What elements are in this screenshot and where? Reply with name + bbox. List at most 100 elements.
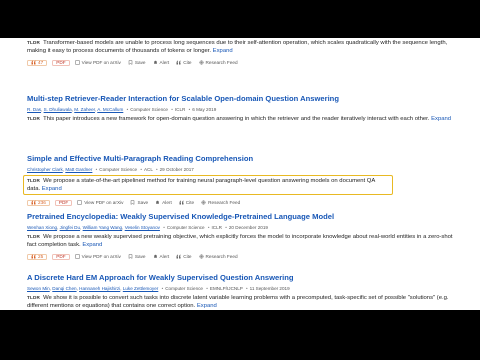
venue-label: ICLR bbox=[174, 107, 186, 112]
view-pdf-arxiv-button[interactable]: View PDF on arXiv bbox=[75, 60, 121, 65]
cite-button[interactable]: Cite bbox=[176, 60, 192, 65]
alert-button[interactable]: Alert bbox=[153, 60, 169, 65]
date-label: 20 December 2019 bbox=[228, 225, 268, 230]
venue-label: EMNLP/IJCNLP bbox=[209, 286, 243, 291]
author-link[interactable]: Hannaneh Hajishirzi bbox=[79, 286, 120, 291]
research-feed-button[interactable]: Research Feed bbox=[199, 60, 238, 65]
cite-button[interactable]: Cite bbox=[176, 254, 192, 259]
paper-title[interactable]: A Discrete Hard EM Approach for Weakly S… bbox=[27, 273, 455, 283]
field-label: Computer Science bbox=[130, 107, 168, 112]
alert-button[interactable]: Alert bbox=[153, 254, 169, 259]
date-label: 6 May 2019 bbox=[192, 107, 217, 112]
tldr-label: TLDR bbox=[27, 295, 41, 300]
tldr-block: TLDR We propose a new weakly supervised p… bbox=[27, 233, 455, 249]
author-link[interactable]: William Yang Wang bbox=[83, 225, 123, 230]
tldr-label: TLDR bbox=[27, 234, 41, 239]
tldr-block: TLDR This paper introduces a new framewor… bbox=[27, 115, 455, 123]
tldr-label: TLDR bbox=[27, 40, 41, 45]
tldr-block: TLDR We show it is possible to convert su… bbox=[27, 294, 455, 310]
citations-badge[interactable]: 47 bbox=[27, 59, 48, 67]
author-link[interactable]: Danqi Chen bbox=[52, 286, 76, 291]
tldr-label: TLDR bbox=[27, 116, 41, 121]
save-button[interactable]: Save bbox=[130, 200, 148, 206]
author-link[interactable]: Veselin Stoyanov bbox=[125, 225, 160, 230]
pdf-badge[interactable]: PDF bbox=[52, 253, 70, 261]
feed-icon bbox=[199, 254, 204, 259]
cite-icon bbox=[176, 254, 181, 259]
paper-meta: R. Das, S. Dhuliawala, M. Zaheer, A. McC… bbox=[27, 107, 217, 112]
field-label: Computer Science bbox=[99, 167, 138, 172]
venue-label: ACL bbox=[143, 167, 153, 172]
tldr-text: This paper introduces a new framework fo… bbox=[43, 116, 430, 122]
citations-badge[interactable]: 236 bbox=[27, 199, 50, 207]
pdf-badge[interactable]: PDF bbox=[54, 199, 73, 207]
author-link[interactable]: M. Zaheer bbox=[74, 107, 95, 112]
expand-link[interactable]: Expand bbox=[42, 186, 62, 192]
author-link[interactable]: R. Das bbox=[27, 107, 41, 112]
bookmark-icon bbox=[130, 200, 135, 206]
cite-button[interactable]: Cite bbox=[179, 200, 194, 205]
tldr-text: Transformer-based models are unable to p… bbox=[27, 40, 448, 55]
bookmark-icon bbox=[128, 60, 133, 66]
cite-icon bbox=[176, 60, 181, 65]
view-pdf-arxiv-button[interactable]: View PDF on arXiv bbox=[75, 254, 121, 259]
author-link[interactable]: S. Dhuliawala bbox=[44, 107, 72, 112]
tldr-text: We propose a state-of-the-art pipelined … bbox=[27, 178, 375, 193]
paper-meta: Christopher Clark, Matt Gardner • Compute… bbox=[27, 167, 194, 172]
cite-icon bbox=[179, 200, 184, 205]
tldr-block: TLDR Transformer-based models are unable … bbox=[27, 39, 455, 55]
paper-card-3: Pretrained Encyclopedia: Weakly Supervis… bbox=[27, 212, 455, 261]
pdf-badge[interactable]: PDF bbox=[52, 59, 70, 67]
save-button[interactable]: Save bbox=[128, 254, 146, 260]
field-label: Computer Science bbox=[166, 225, 205, 230]
search-results-page: TLDR Transformer-based models are unable … bbox=[0, 38, 480, 310]
feed-icon bbox=[199, 60, 204, 65]
paper-actions: 25 PDF View PDF on arXiv Save Alert Cite… bbox=[27, 253, 455, 261]
paper-card-2: Simple and Effective Multi-Paragraph Rea… bbox=[23, 154, 455, 207]
author-link[interactable]: Wenhan Xiong bbox=[27, 225, 57, 230]
paper-card-4: A Discrete Hard EM Approach for Weakly S… bbox=[27, 273, 455, 310]
paper-title[interactable]: Simple and Effective Multi-Paragraph Rea… bbox=[27, 154, 455, 164]
bookmark-icon bbox=[128, 254, 133, 260]
author-link[interactable]: Matt Gardner bbox=[65, 167, 92, 172]
paper-meta: Sewon Min, Danqi Chen, Hannaneh Hajishir… bbox=[27, 286, 290, 291]
author-link[interactable]: Luke Zettlemoyer bbox=[123, 286, 159, 291]
expand-link[interactable]: Expand bbox=[213, 48, 233, 54]
arxiv-icon bbox=[75, 60, 80, 66]
arxiv-icon bbox=[75, 254, 80, 260]
author-link[interactable]: Sewon Min bbox=[27, 286, 50, 291]
bell-icon bbox=[153, 254, 158, 259]
tldr-label: TLDR bbox=[27, 178, 41, 183]
date-label: 29 October 2017 bbox=[159, 167, 194, 172]
research-feed-button[interactable]: Research Feed bbox=[201, 200, 240, 205]
quote-icon bbox=[31, 254, 36, 259]
tldr-block-highlighted: TLDR We propose a state-of-the-art pipeli… bbox=[23, 175, 393, 196]
video-frame: TLDR Transformer-based models are unable … bbox=[0, 0, 480, 360]
citations-badge[interactable]: 25 bbox=[27, 253, 48, 261]
author-link[interactable]: Christopher Clark bbox=[27, 167, 63, 172]
author-link[interactable]: A. McCallum bbox=[97, 107, 123, 112]
quote-icon bbox=[31, 200, 36, 205]
save-button[interactable]: Save bbox=[128, 60, 146, 66]
field-label: Computer Science bbox=[165, 286, 203, 291]
feed-icon bbox=[201, 200, 206, 205]
expand-link[interactable]: Expand bbox=[82, 242, 102, 248]
paper-card-1: Multi-step Retriever-Reader Interaction … bbox=[27, 94, 455, 123]
author-link[interactable]: Jingfei Du bbox=[60, 225, 80, 230]
paper-card-0: TLDR Transformer-based models are unable … bbox=[27, 38, 455, 67]
bell-icon bbox=[155, 200, 160, 205]
expand-link[interactable]: Expand bbox=[431, 116, 451, 122]
date-label: 11 September 2019 bbox=[249, 286, 290, 291]
paper-meta: Wenhan Xiong, Jingfei Du, William Yang W… bbox=[27, 225, 268, 230]
alert-button[interactable]: Alert bbox=[155, 200, 172, 205]
research-feed-button[interactable]: Research Feed bbox=[199, 254, 238, 259]
paper-title[interactable]: Multi-step Retriever-Reader Interaction … bbox=[27, 94, 455, 104]
venue-label: ICLR bbox=[211, 225, 222, 230]
paper-actions: 47 PDF View PDF on arXiv Save Alert Cite… bbox=[27, 59, 455, 67]
tldr-text: We show it is possible to convert such t… bbox=[27, 295, 449, 310]
expand-link[interactable]: Expand bbox=[197, 303, 217, 309]
paper-actions: 236 PDF View PDF on arXiv Save Alert Cit… bbox=[27, 199, 455, 207]
view-pdf-arxiv-button[interactable]: View PDF on arXiv bbox=[77, 200, 123, 205]
paper-title[interactable]: Pretrained Encyclopedia: Weakly Supervis… bbox=[27, 212, 455, 222]
bell-icon bbox=[153, 60, 158, 65]
